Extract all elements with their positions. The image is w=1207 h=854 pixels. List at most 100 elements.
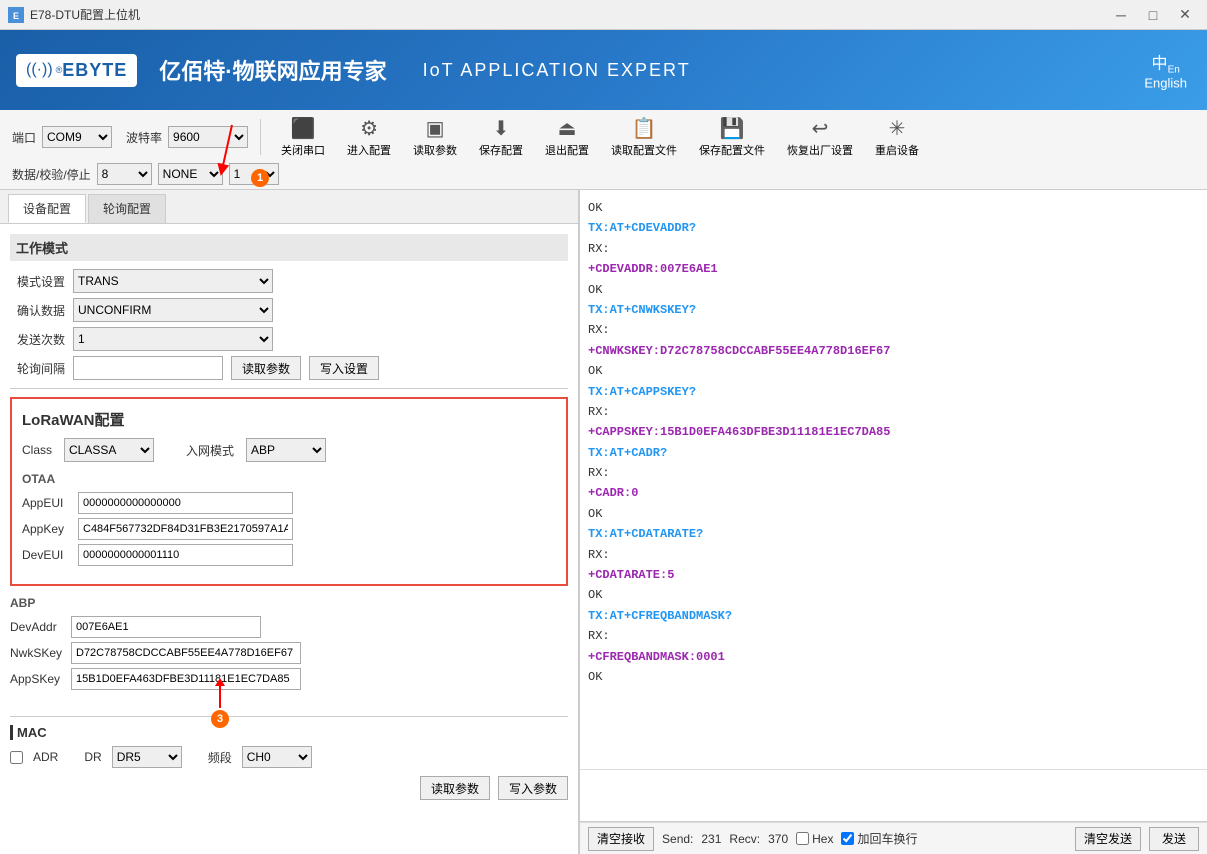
clear-recv-btn[interactable]: 清空接收 <box>588 827 654 851</box>
stop-bits-select[interactable]: 1 <box>229 163 279 185</box>
exit-config-button[interactable]: ⏏ 退出配置 <box>537 114 597 160</box>
data-bits-select[interactable]: 8 <box>97 163 152 185</box>
send-count-select[interactable]: 1 <box>73 327 273 351</box>
send-label: Send: <box>662 832 693 846</box>
mode-row: 模式设置 TRANS <box>10 269 568 293</box>
mode-select[interactable]: TRANS <box>73 269 273 293</box>
save-config-button[interactable]: ⬇ 保存配置 <box>471 114 531 160</box>
registered-mark: ® <box>56 65 63 75</box>
send-btn[interactable]: 发送 <box>1149 827 1199 851</box>
mac-write-params-btn[interactable]: 写入参数 <box>498 776 568 800</box>
tab-bar: 设备配置 轮询配置 <box>0 190 578 224</box>
lorawan-title: LoRaWAN配置 <box>22 409 556 430</box>
appeui-row: AppEUI <box>22 492 556 514</box>
mac-read-params-btn[interactable]: 读取参数 <box>420 776 490 800</box>
log-line: OK <box>588 667 1199 687</box>
left-scroll-content: 工作模式 模式设置 TRANS 确认数据 UNCONFIRM <box>0 224 578 854</box>
log-line: OK <box>588 504 1199 524</box>
data-label: 数据/校验/停止 <box>12 166 91 183</box>
logo-ebyte: EBYTE <box>62 60 127 81</box>
read-params-small-btn[interactable]: 读取参数 <box>231 356 301 380</box>
crlf-checkbox-label[interactable]: 加回车换行 <box>841 830 917 847</box>
left-panel: 设备配置 轮询配置 工作模式 模式设置 TRANS 确认数据 <box>0 190 580 854</box>
log-line: TX:AT+CADR? <box>588 443 1199 463</box>
enter-config-button[interactable]: ⚙ 进入配置 <box>339 114 399 160</box>
deveui-row: DevEUI <box>22 544 556 566</box>
crlf-label: 加回车换行 <box>857 830 917 847</box>
confirm-select[interactable]: UNCONFIRM <box>73 298 273 322</box>
company-name: 亿佰特·物联网应用专家 <box>159 54 386 86</box>
class-select[interactable]: CLASSA <box>64 438 154 462</box>
write-settings-btn[interactable]: 写入设置 <box>309 356 379 380</box>
restart-button[interactable]: ✳ 重启设备 <box>867 114 927 160</box>
baudrate-label: 波特率 <box>126 129 162 146</box>
log-line: +CFREQBANDMASK:0001 <box>588 647 1199 667</box>
mac-buttons: 读取参数 写入参数 <box>10 776 568 808</box>
otaa-title: OTAA <box>22 472 556 486</box>
minimize-button[interactable]: ─ <box>1107 5 1135 25</box>
section-divider-2 <box>10 716 568 717</box>
send-count: 231 <box>701 832 721 846</box>
language-switcher[interactable]: 中En English <box>1144 49 1187 90</box>
logo-area: ((·)) ® EBYTE 亿佰特·物联网应用专家 IoT APPLICATIO… <box>16 54 691 87</box>
log-area[interactable]: OKTX:AT+CDEVADDR?RX:+CDEVADDR:007E6AE1OK… <box>580 190 1207 770</box>
log-line: TX:AT+CAPPSKEY? <box>588 382 1199 402</box>
hex-checkbox-label[interactable]: Hex <box>796 832 833 846</box>
appskey-input[interactable] <box>71 668 301 690</box>
mac-title: MAC <box>10 725 568 740</box>
tab-poll[interactable]: 轮询配置 <box>88 194 166 223</box>
poll-interval-row: 轮询间隔 读取参数 写入设置 <box>10 356 568 380</box>
work-mode-title: 工作模式 <box>10 234 568 261</box>
port-label: 端口 <box>12 129 36 146</box>
log-line: OK <box>588 361 1199 381</box>
nwkskey-input[interactable] <box>71 642 301 664</box>
signal-icon: ((·)) <box>26 61 53 79</box>
freq-select[interactable]: CH0 <box>242 746 312 768</box>
main-content: 设备配置 轮询配置 工作模式 模式设置 TRANS 确认数据 <box>0 190 1207 854</box>
read-config-file-button[interactable]: 📋 读取配置文件 <box>603 114 685 160</box>
dr-label: DR <box>84 750 101 764</box>
dr-select[interactable]: DR5 <box>112 746 182 768</box>
toolbar: 端口 COM9 波特率 9600 ⬛ 关闭串口 ⚙ 进入配置 ▣ 读取参数 ⬇ … <box>0 110 1207 190</box>
class-joinmode-row: Class CLASSA 入网模式 ABP <box>22 438 556 462</box>
hex-checkbox[interactable] <box>796 832 809 845</box>
annotation-3-spacer: 3 <box>10 698 568 708</box>
read-params-button[interactable]: ▣ 读取参数 <box>405 114 465 160</box>
confirm-row: 确认数据 UNCONFIRM <box>10 298 568 322</box>
clear-send-btn[interactable]: 清空发送 <box>1075 827 1141 851</box>
deveui-input[interactable] <box>78 544 293 566</box>
maximize-button[interactable]: □ <box>1139 5 1167 25</box>
adr-checkbox[interactable] <box>10 751 23 764</box>
appeui-input[interactable] <box>78 492 293 514</box>
baudrate-select[interactable]: 9600 <box>168 126 248 148</box>
poll-interval-input[interactable] <box>73 356 223 380</box>
restart-icon: ✳ <box>889 116 906 141</box>
log-line: OK <box>588 198 1199 218</box>
log-line: +CDATARATE:5 <box>588 565 1199 585</box>
port-select[interactable]: COM9 <box>42 126 112 148</box>
join-mode-select[interactable]: ABP <box>246 438 326 462</box>
save-config-file-button[interactable]: 💾 保存配置文件 <box>691 114 773 160</box>
parity-select[interactable]: NONE <box>158 163 223 185</box>
log-line: RX: <box>588 320 1199 340</box>
log-line: TX:AT+CDATARATE? <box>588 524 1199 544</box>
devaddr-input[interactable] <box>71 616 261 638</box>
appeui-label: AppEUI <box>22 496 72 510</box>
deveui-label: DevEUI <box>22 548 72 562</box>
crlf-checkbox[interactable] <box>841 832 854 845</box>
send-input[interactable] <box>580 770 1207 821</box>
tab-device[interactable]: 设备配置 <box>8 194 86 223</box>
appkey-input[interactable] <box>78 518 293 540</box>
header: ((·)) ® EBYTE 亿佰特·物联网应用专家 IoT APPLICATIO… <box>0 30 1207 110</box>
restore-icon: ↩ <box>812 116 829 141</box>
mac-row: ADR DR DR5 频段 CH0 <box>10 746 568 768</box>
appkey-row: AppKey <box>22 518 556 540</box>
close-port-button[interactable]: ⬛ 关闭串口 <box>273 114 333 160</box>
restore-default-button[interactable]: ↩ 恢复出厂设置 <box>779 114 861 160</box>
log-line: OK <box>588 280 1199 300</box>
save-config-icon: ⬇ <box>493 116 510 141</box>
freq-label: 频段 <box>208 749 232 766</box>
devaddr-label: DevAddr <box>10 620 65 634</box>
adr-label: ADR <box>33 750 58 764</box>
close-button[interactable]: ✕ <box>1171 5 1199 25</box>
